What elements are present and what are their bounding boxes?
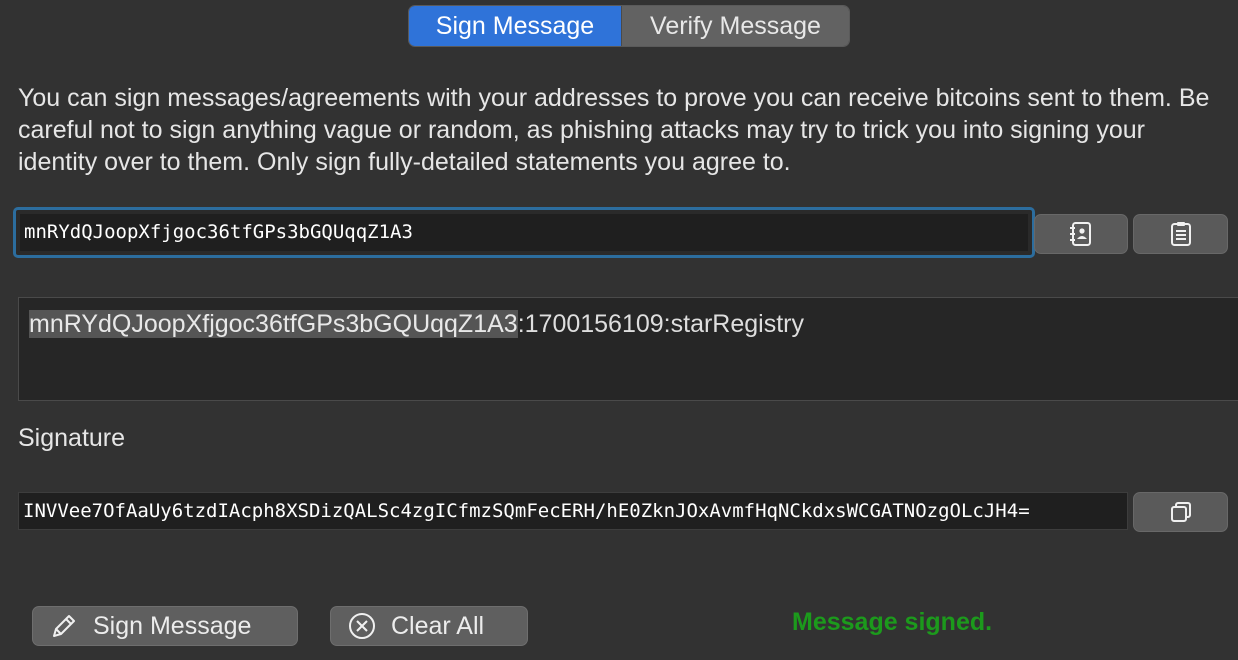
address-book-button[interactable]	[1034, 214, 1128, 254]
copy-icon	[1170, 502, 1191, 522]
sign-message-button[interactable]: Sign Message	[32, 606, 298, 646]
message-selected-text: mnRYdQJoopXfjgoc36tfGPs3bGQUqqZ1A3	[29, 310, 518, 338]
tab-sign-message[interactable]: Sign Message	[409, 6, 621, 46]
signature-label: Signature	[18, 424, 126, 452]
paste-button[interactable]	[1133, 214, 1228, 254]
sign-description: You can sign messages/agreements with yo…	[18, 84, 1210, 176]
clear-all-button-label: Clear All	[391, 611, 485, 640]
message-textarea[interactable]: mnRYdQJoopXfjgoc36tfGPs3bGQUqqZ1A3:17001…	[18, 297, 1238, 401]
signature-output[interactable]: INVVee7OfAaUy6tzdIAcph8XSDizQALSc4zgICfm…	[18, 492, 1128, 530]
address-field-frame	[13, 207, 1035, 258]
tab-verify-message[interactable]: Verify Message	[621, 6, 849, 46]
status-message: Message signed.	[792, 608, 993, 636]
address-book-icon	[1070, 222, 1091, 246]
clipboard-paste-icon	[1170, 222, 1191, 246]
address-input[interactable]	[20, 214, 1028, 251]
pencil-icon	[53, 615, 75, 637]
sign-message-button-label: Sign Message	[93, 611, 252, 640]
clear-all-button[interactable]: Clear All	[330, 606, 528, 646]
message-rest-text: :1700156109:starRegistry	[517, 310, 804, 338]
copy-signature-button[interactable]	[1133, 492, 1228, 532]
circle-x-icon	[349, 613, 375, 639]
mode-segmented-control: Sign Message Verify Message	[408, 5, 850, 47]
